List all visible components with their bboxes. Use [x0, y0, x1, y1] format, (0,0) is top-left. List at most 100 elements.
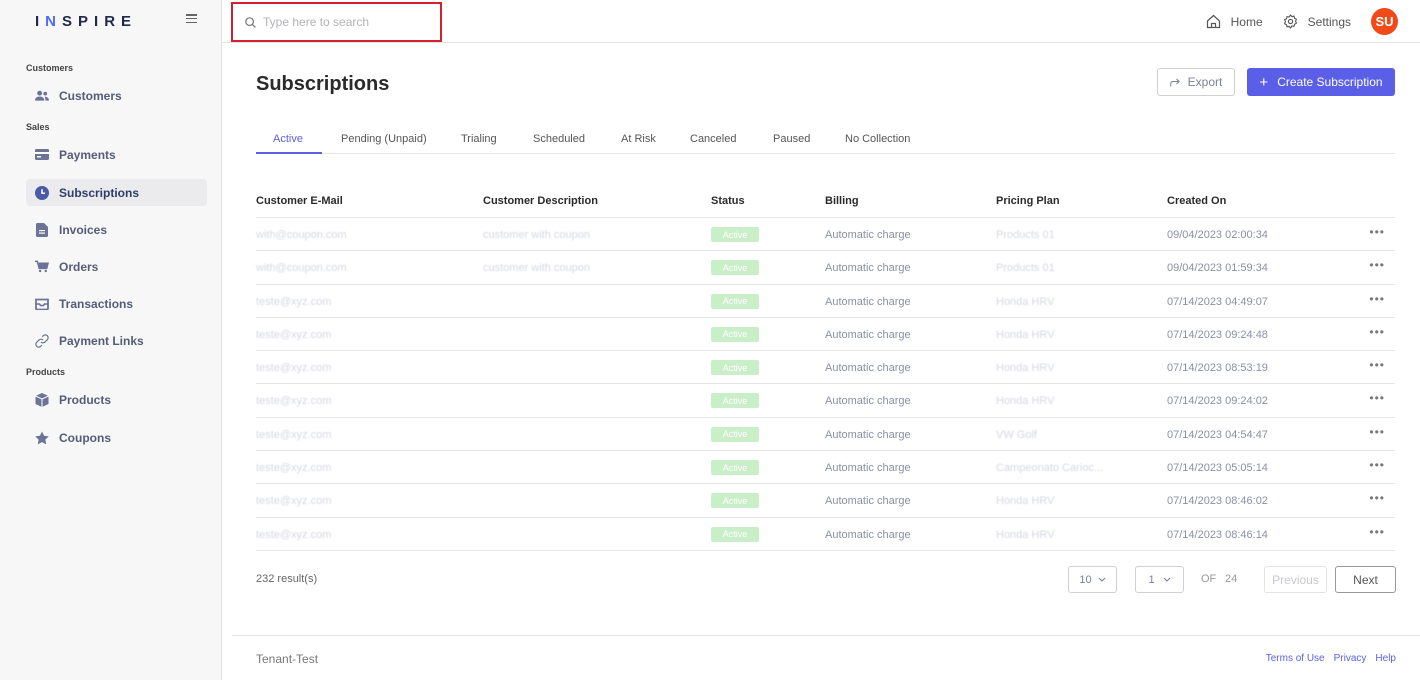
tab-pending-unpaid[interactable]: Pending (Unpaid) [341, 133, 427, 145]
credit-card-icon [35, 148, 49, 162]
logo-n: N [45, 13, 63, 30]
header-customer-email[interactable]: Customer E-Mail [256, 195, 343, 207]
sidebar-item-transactions[interactable]: Transactions [26, 290, 207, 317]
create-subscription-label: Create Subscription [1277, 75, 1383, 89]
section-label-products: Products [26, 367, 66, 377]
menu-toggle-icon[interactable] [186, 14, 197, 23]
header-created-on[interactable]: Created On [1167, 195, 1226, 207]
sidebar-item-customers[interactable]: Customers [26, 82, 207, 109]
tab-paused[interactable]: Paused [773, 133, 810, 145]
row-actions-menu-icon[interactable]: ••• [1369, 491, 1385, 505]
export-button[interactable]: Export [1157, 68, 1235, 96]
users-icon [35, 89, 49, 103]
next-button[interactable]: Next [1335, 566, 1396, 593]
header-pricing-plan[interactable]: Pricing Plan [996, 195, 1060, 207]
tab-scheduled[interactable]: Scheduled [533, 133, 585, 145]
create-subscription-button[interactable]: + Create Subscription [1247, 68, 1395, 96]
logo-row: INSPIRE [0, 0, 221, 43]
cell-created-on: 07/14/2023 09:24:48 [1167, 328, 1268, 341]
table-row[interactable]: teste@xyz.com Automatic charge Campeonato … [256, 451, 1395, 485]
sidebar-item-payment-links[interactable]: Payment Links [26, 327, 207, 354]
sidebar-item-label: Payments [59, 147, 116, 162]
status-badge: Active [711, 493, 759, 509]
cell-created-on: 09/04/2023 01:59:34 [1167, 262, 1268, 275]
sidebar-item-label: Coupons [59, 430, 111, 445]
help-link[interactable]: Help [1375, 653, 1396, 664]
tab-active[interactable]: Active [273, 133, 303, 145]
row-actions-menu-icon[interactable]: ••• [1369, 258, 1385, 272]
cell-customer-email: teste@xyz.com [256, 428, 332, 441]
page-title: Subscriptions [256, 73, 390, 95]
document-icon [35, 222, 49, 237]
table-row[interactable]: teste@xyz.com Automatic charge Honda HRV 07… [256, 285, 1395, 318]
page-size-select[interactable]: 10 [1068, 566, 1117, 593]
current-page-select[interactable]: 1 [1135, 566, 1184, 593]
header-billing[interactable]: Billing [825, 195, 859, 207]
cell-pricing-plan: Products 01 [996, 229, 1055, 241]
row-actions-menu-icon[interactable]: ••• [1369, 391, 1385, 405]
avatar[interactable]: SU [1371, 8, 1398, 35]
cell-billing: Automatic charge [825, 428, 911, 441]
tab-no-collection[interactable]: No Collection [845, 133, 910, 145]
table-body: with@coupon.com customer with coupon Autom… [256, 218, 1395, 551]
header-customer-description[interactable]: Customer Description [483, 195, 598, 207]
tab-trialing[interactable]: Trialing [461, 133, 497, 145]
cart-icon [35, 260, 49, 274]
results-count: 232 result(s) [256, 573, 318, 585]
sidebar-item-payments[interactable]: Payments [26, 141, 207, 168]
cell-customer-email: teste@xyz.com [256, 528, 332, 541]
row-actions-menu-icon[interactable]: ••• [1369, 358, 1385, 372]
sidebar-item-label: Subscriptions [59, 185, 140, 200]
table-row[interactable]: teste@xyz.com Automatic charge Honda HRV 07… [256, 318, 1395, 352]
table-row[interactable]: with@coupon.com customer with coupon Autom… [256, 218, 1395, 252]
settings-link[interactable]: Settings [1283, 14, 1351, 29]
home-link[interactable]: Home [1206, 14, 1263, 29]
tab-canceled[interactable]: Canceled [690, 133, 736, 145]
search-input[interactable] [263, 15, 433, 29]
logo[interactable]: INSPIRE [35, 13, 137, 30]
cell-pricing-plan: Honda HRV [996, 328, 1055, 341]
cell-created-on: 07/14/2023 05:05:14 [1167, 462, 1268, 475]
cell-created-on: 07/14/2023 09:24:02 [1167, 395, 1268, 408]
of-label: OF [1201, 573, 1217, 585]
table-row[interactable]: teste@xyz.com Automatic charge Honda HRV 07… [256, 351, 1395, 385]
search-box[interactable] [231, 2, 442, 42]
inbox-icon [35, 297, 49, 311]
row-actions-menu-icon[interactable]: ••• [1369, 425, 1385, 439]
status-tabs: Active Pending (Unpaid) Trialing Schedul… [256, 125, 1395, 154]
main-content: Subscriptions Export + Create Subscripti… [222, 43, 1420, 680]
sidebar-item-subscriptions[interactable]: Subscriptions [26, 179, 207, 206]
sidebar: INSPIRE Customers Customers Sales Paymen… [0, 0, 222, 680]
cell-created-on: 07/14/2023 04:54:47 [1167, 428, 1268, 441]
status-badge: Active [711, 526, 759, 542]
cell-customer-description: customer with coupon [483, 262, 590, 275]
sidebar-item-products[interactable]: Products [26, 386, 207, 413]
header-status[interactable]: Status [711, 195, 745, 207]
sidebar-item-orders[interactable]: Orders [26, 253, 207, 280]
row-actions-menu-icon[interactable]: ••• [1369, 325, 1385, 339]
logo-suffix: SPIRE [62, 13, 138, 30]
table-row[interactable]: teste@xyz.com Automatic charge Honda HRV 07… [256, 384, 1395, 418]
sidebar-item-invoices[interactable]: Invoices [26, 216, 207, 243]
previous-button[interactable]: Previous [1264, 566, 1327, 593]
tab-at-risk[interactable]: At Risk [621, 133, 656, 145]
top-links: Home Settings SU [1206, 0, 1398, 43]
sidebar-item-coupons[interactable]: Coupons [26, 424, 207, 451]
row-actions-menu-icon[interactable]: ••• [1369, 292, 1385, 306]
privacy-link[interactable]: Privacy [1334, 653, 1367, 664]
table-row[interactable]: teste@xyz.com Automatic charge Honda HRV 07… [256, 484, 1395, 518]
cell-created-on: 07/14/2023 08:53:19 [1167, 362, 1268, 375]
row-actions-menu-icon[interactable]: ••• [1369, 525, 1385, 539]
row-actions-menu-icon[interactable]: ••• [1369, 458, 1385, 472]
home-icon [1206, 14, 1221, 29]
cell-billing: Automatic charge [825, 528, 911, 541]
table-row[interactable]: teste@xyz.com Automatic charge Honda HRV 07… [256, 518, 1395, 551]
table-row[interactable]: teste@xyz.com Automatic charge VW Golf 07/1… [256, 418, 1395, 452]
link-icon [35, 333, 49, 348]
current-page-value: 1 [1148, 573, 1155, 586]
topbar: Home Settings SU [222, 0, 1420, 43]
table-row[interactable]: with@coupon.com customer with coupon Autom… [256, 251, 1395, 285]
chevron-down-icon [1163, 577, 1171, 582]
row-actions-menu-icon[interactable]: ••• [1369, 225, 1385, 239]
terms-of-use-link[interactable]: Terms of Use [1266, 653, 1325, 664]
